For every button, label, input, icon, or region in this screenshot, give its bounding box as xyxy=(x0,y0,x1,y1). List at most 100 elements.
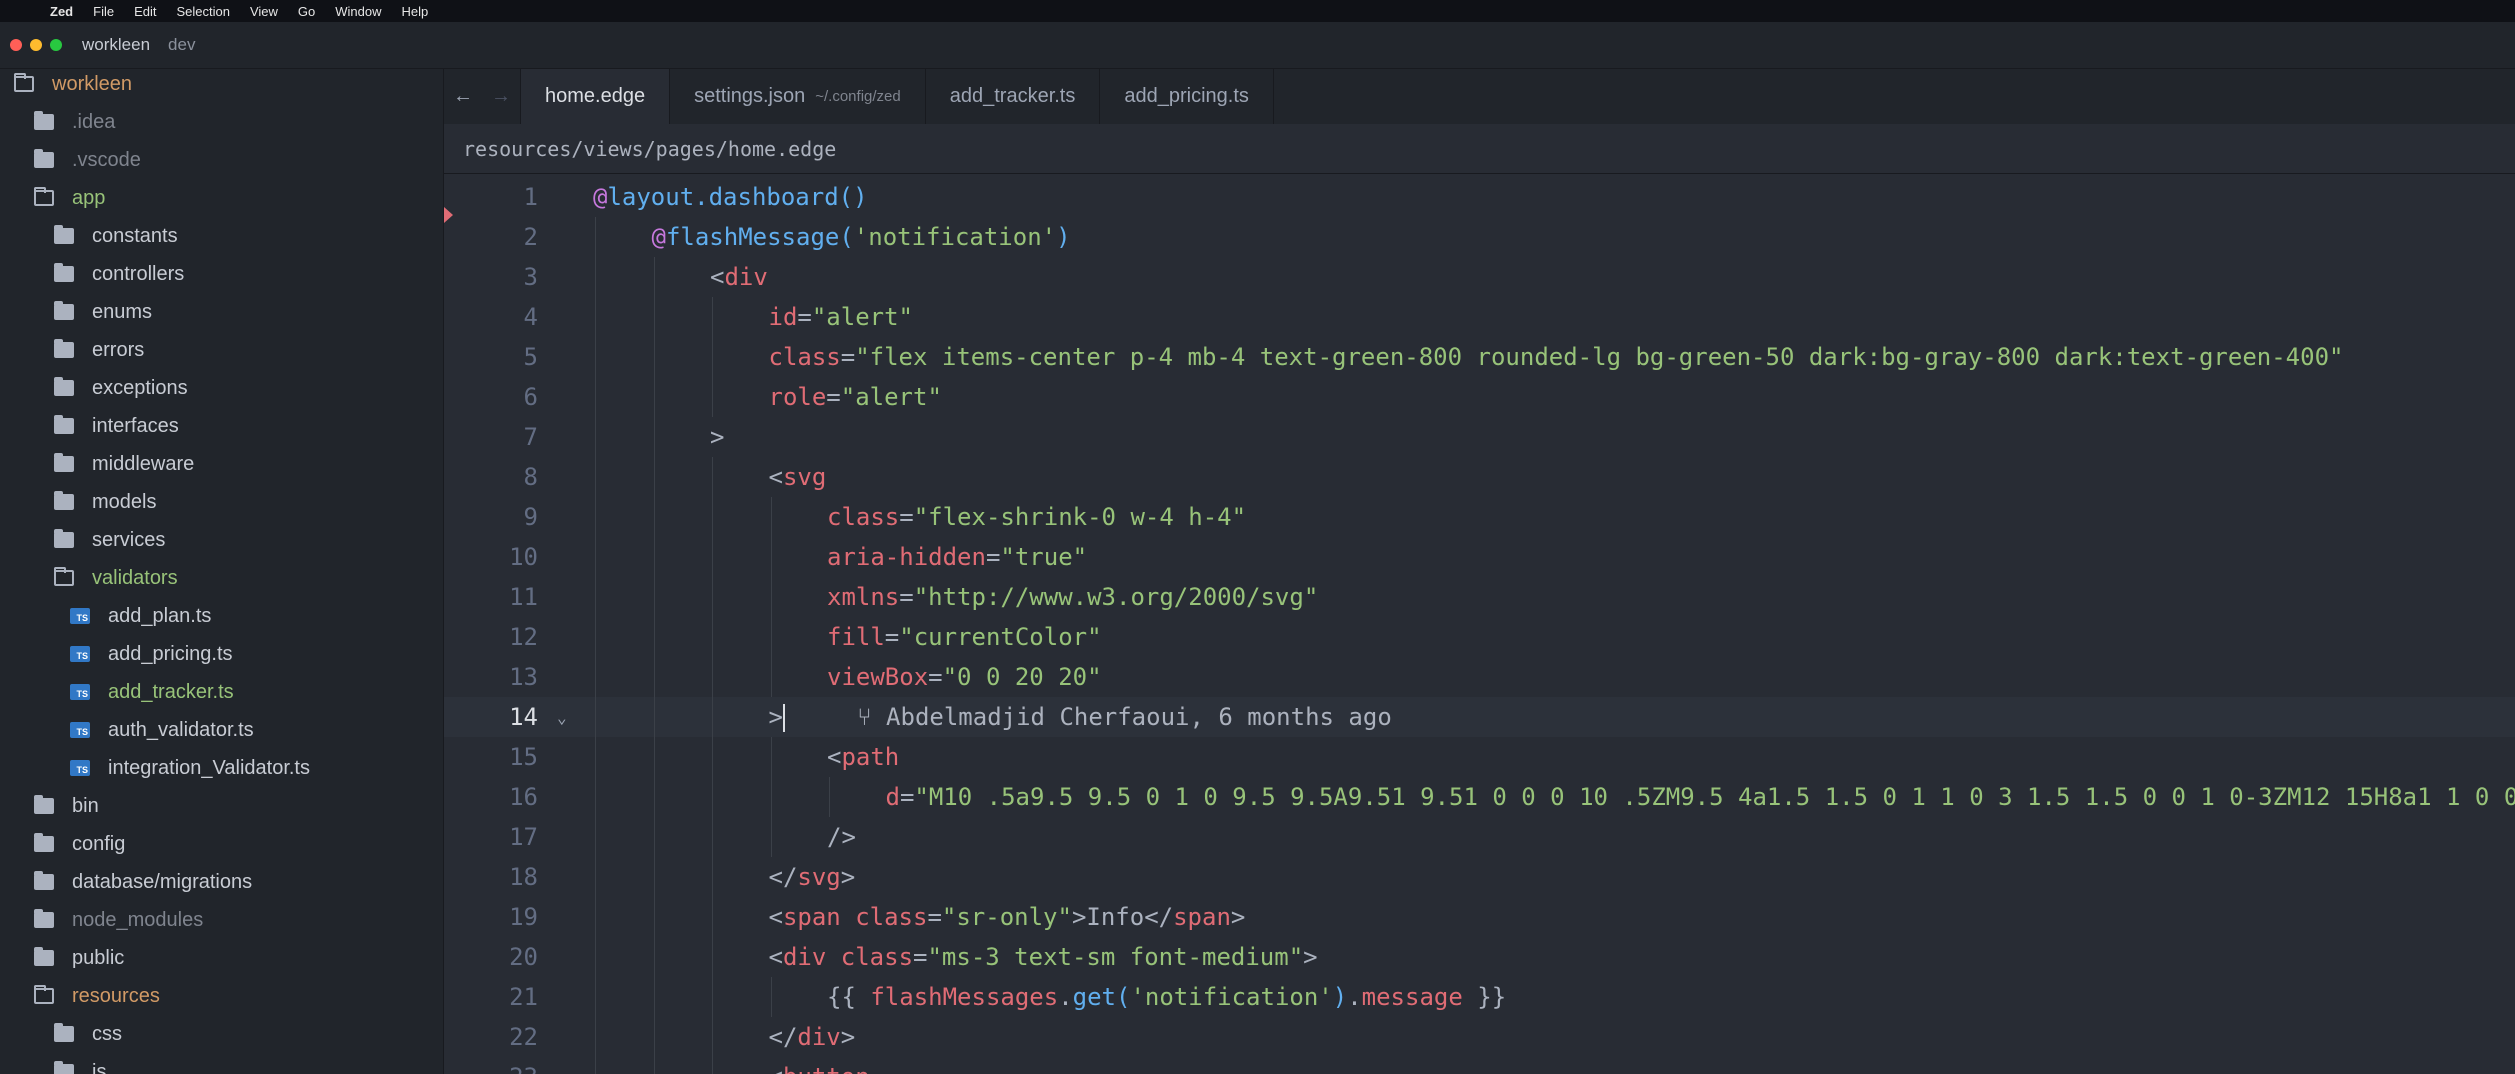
tab-settings-json[interactable]: settings.json ~/.config/zed xyxy=(670,69,926,124)
indent-guide xyxy=(595,257,596,297)
project-tree-item[interactable]: models xyxy=(0,483,443,521)
code-line[interactable]: 12 fill="currentColor" xyxy=(444,617,2515,657)
code-line[interactable]: 2 @flashMessage('notification') xyxy=(444,217,2515,257)
project-tree-item[interactable]: TS add_plan.ts xyxy=(0,597,443,635)
project-tree-item[interactable]: resources xyxy=(0,977,443,1015)
back-arrow-icon[interactable]: ← xyxy=(444,69,482,124)
project-tree-item[interactable]: .idea xyxy=(0,103,443,141)
code-line[interactable]: 20 <div class="ms-3 text-sm font-medium"> xyxy=(444,937,2515,977)
indent-guide xyxy=(712,817,713,857)
indent-guide xyxy=(770,617,772,657)
project-tree-item[interactable]: css xyxy=(0,1015,443,1053)
indent-guide xyxy=(595,217,596,257)
code-line[interactable]: 1 @layout.dashboard() xyxy=(444,177,2515,217)
indent-guide xyxy=(770,777,772,817)
breadcrumb[interactable]: resources/views/pages/home.edge xyxy=(444,124,2515,174)
menu-selection[interactable]: Selection xyxy=(166,4,239,19)
folder-icon xyxy=(34,947,54,966)
zoom-window-button[interactable] xyxy=(50,39,62,51)
project-tree-item[interactable]: validators xyxy=(0,559,443,597)
code-editor[interactable]: 1 @layout.dashboard() 2 @flashMessage('noti… xyxy=(444,175,2515,1074)
folder-icon xyxy=(54,1023,74,1042)
project-tree-item[interactable]: interfaces xyxy=(0,407,443,445)
code-text: /> xyxy=(827,823,856,851)
code-line[interactable]: 4 id="alert" xyxy=(444,297,2515,337)
project-tree-item[interactable]: services xyxy=(0,521,443,559)
code-line[interactable]: 7 > xyxy=(444,417,2515,457)
indent-guide xyxy=(595,417,596,457)
tab-add-pricing[interactable]: add_pricing.ts xyxy=(1100,69,1274,124)
code-line[interactable]: 18 </svg> xyxy=(444,857,2515,897)
project-tree-item[interactable]: errors xyxy=(0,331,443,369)
code-line[interactable]: 5 class="flex items-center p-4 mb-4 text-… xyxy=(444,337,2515,377)
code-line[interactable]: 14 ⌄ > ⑂ Abdelmadjid Cherfaoui, 6 months a… xyxy=(444,697,2515,737)
menu-view[interactable]: View xyxy=(240,4,288,19)
line-number: 3 xyxy=(523,263,538,291)
code-line[interactable]: 9 class="flex-shrink-0 w-4 h-4" xyxy=(444,497,2515,537)
menu-window[interactable]: Window xyxy=(325,4,391,19)
project-tree-item[interactable]: database/migrations xyxy=(0,863,443,901)
project-tree-item[interactable]: TS add_tracker.ts xyxy=(0,673,443,711)
indent-guide xyxy=(595,297,596,337)
code-line[interactable]: 22 </div> xyxy=(444,1017,2515,1057)
project-tree-item[interactable]: enums xyxy=(0,293,443,331)
code-text: @layout.dashboard() xyxy=(593,183,868,211)
tab-home-edge[interactable]: home.edge xyxy=(520,69,671,124)
indent-guide xyxy=(653,817,655,857)
code-line[interactable]: 17 /> xyxy=(444,817,2515,857)
inline-git-blame[interactable]: ⑂ Abdelmadjid Cherfaoui, 6 months ago xyxy=(785,703,1392,731)
project-tree-item[interactable]: controllers xyxy=(0,255,443,293)
code-line[interactable]: 21 {{ flashMessages.get('notification').m… xyxy=(444,977,2515,1017)
code-line[interactable]: 8 <svg xyxy=(444,457,2515,497)
code-line[interactable]: 10 aria-hidden="true" xyxy=(444,537,2515,577)
menu-edit[interactable]: Edit xyxy=(124,4,166,19)
code-line[interactable]: 16 d="M10 .5a9.5 9.5 0 1 0 9.5 9.5A9.51 9… xyxy=(444,777,2515,817)
tab-add-tracker[interactable]: add_tracker.ts xyxy=(926,69,1101,124)
typescript-icon: TS xyxy=(70,684,90,700)
close-window-button[interactable] xyxy=(10,39,22,51)
tree-item-label: add_tracker.ts xyxy=(108,680,234,703)
code-line[interactable]: 19 <span class="sr-only">Info</span> xyxy=(444,897,2515,937)
project-tree-item[interactable]: TS add_pricing.ts xyxy=(0,635,443,673)
project-tree-item[interactable]: bin xyxy=(0,787,443,825)
indent-guide xyxy=(712,577,713,617)
code-line[interactable]: 11 xmlns="http://www.w3.org/2000/svg" xyxy=(444,577,2515,617)
minimize-window-button[interactable] xyxy=(30,39,42,51)
code-line[interactable]: 15 <path xyxy=(444,737,2515,777)
tree-item-label: controllers xyxy=(92,262,185,285)
code-text: xmlns="http://www.w3.org/2000/svg" xyxy=(827,583,1319,611)
indent-guide xyxy=(653,417,655,457)
code-line[interactable]: 6 role="alert" xyxy=(444,377,2515,417)
indent-guide xyxy=(770,737,772,777)
git-branch[interactable]: dev xyxy=(168,35,195,55)
project-tree-item[interactable]: TS integration_Validator.ts xyxy=(0,749,443,787)
project-tree-item[interactable]: middleware xyxy=(0,445,443,483)
code-line[interactable]: 13 viewBox="0 0 20 20" xyxy=(444,657,2515,697)
menu-zed[interactable]: Zed xyxy=(40,4,83,19)
fold-chevron-icon[interactable]: ⌄ xyxy=(557,708,567,727)
project-tree-item[interactable]: .vscode xyxy=(0,141,443,179)
code-line[interactable]: 3 <div xyxy=(444,257,2515,297)
project-tree-item[interactable]: config xyxy=(0,825,443,863)
menu-go[interactable]: Go xyxy=(288,4,325,19)
menu-help[interactable]: Help xyxy=(392,4,439,19)
line-number: 17 xyxy=(509,823,538,851)
project-tree-item[interactable]: exceptions xyxy=(0,369,443,407)
project-tree-item[interactable]: public xyxy=(0,939,443,977)
indent-guide xyxy=(712,297,713,337)
project-tree-item[interactable]: workleen xyxy=(0,69,443,103)
indent-guide xyxy=(712,337,713,377)
code-line[interactable]: 23 <button xyxy=(444,1057,2515,1074)
indent-guide xyxy=(653,897,655,937)
project-tree-item[interactable]: node_modules xyxy=(0,901,443,939)
project-name[interactable]: workleen xyxy=(82,35,150,55)
code-text: aria-hidden="true" xyxy=(827,543,1088,571)
project-tree-item[interactable]: constants xyxy=(0,217,443,255)
code-text: </svg> xyxy=(768,863,856,891)
project-tree-item[interactable]: js xyxy=(0,1053,443,1074)
indent-guide xyxy=(712,897,713,937)
project-tree-item[interactable]: TS auth_validator.ts xyxy=(0,711,443,749)
project-tree-item[interactable]: app xyxy=(0,179,443,217)
forward-arrow-icon[interactable]: → xyxy=(482,69,520,124)
menu-file[interactable]: File xyxy=(83,4,124,19)
